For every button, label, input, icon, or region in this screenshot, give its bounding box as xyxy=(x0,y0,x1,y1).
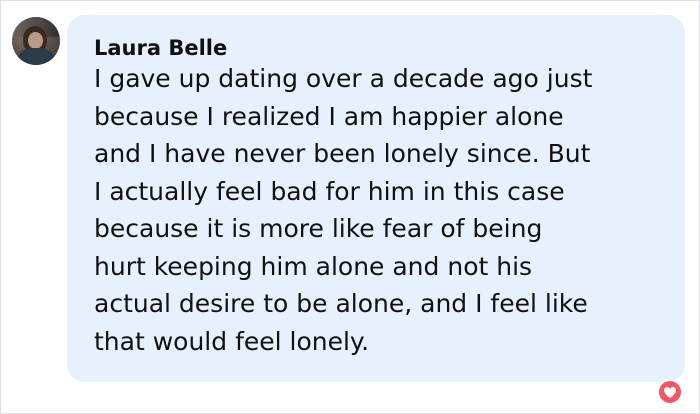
avatar-body xyxy=(18,48,54,65)
comment-text: I gave up dating over a decade ago just … xyxy=(94,60,664,360)
comment-line: actual desire to be alone, and I feel li… xyxy=(94,289,588,318)
comment-author[interactable]: Laura Belle xyxy=(94,34,227,62)
comment-line: I gave up dating over a decade ago just xyxy=(94,64,593,93)
avatar[interactable] xyxy=(12,17,60,65)
comment-line: because it is more like fear of being xyxy=(94,214,543,243)
comment-line: and I have never been lonely since. But xyxy=(94,139,591,168)
heart-icon xyxy=(664,387,676,398)
avatar-face xyxy=(28,32,43,49)
comment-line: because I realized I am happier alone xyxy=(94,101,564,131)
comment-card: Laura Belle I gave up dating over a deca… xyxy=(0,0,700,414)
comment-line: I actually feel bad for him in this case xyxy=(94,176,565,206)
comment-line: hurt keeping him alone and not his xyxy=(94,251,533,281)
comment-line: that would feel lonely. xyxy=(94,326,370,356)
heart-reaction-badge[interactable] xyxy=(659,381,681,403)
